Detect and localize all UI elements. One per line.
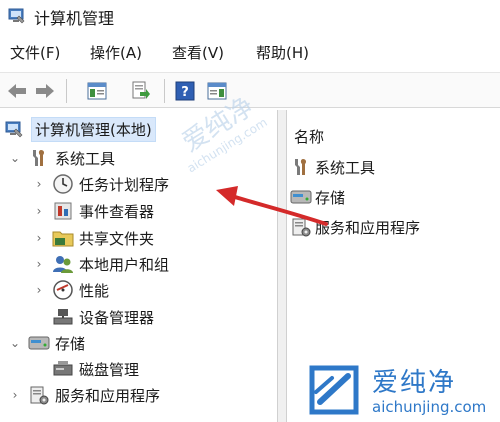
menu-help[interactable]: 帮助(H) — [256, 42, 309, 63]
chevron-down-icon[interactable]: ⌄ — [8, 336, 22, 350]
list-label: 存储 — [315, 188, 346, 207]
export-list-icon — [132, 81, 150, 99]
computer-management-icon — [8, 8, 25, 24]
toolbar: ? — [0, 72, 500, 108]
back-button[interactable] — [4, 79, 30, 103]
menu-bar: 文件(F) 操作(A) 查看(V) 帮助(H) — [0, 38, 500, 66]
forward-arrow-icon — [36, 84, 54, 98]
tree-item-storage[interactable]: ⌄ 存储 — [8, 330, 85, 356]
disk-management-icon — [52, 358, 74, 380]
help-button[interactable]: ? — [172, 79, 198, 103]
tools-icon — [290, 156, 312, 178]
svg-text:?: ? — [181, 85, 189, 100]
tree-label: 系统工具 — [55, 149, 116, 168]
tree-item-services-applications[interactable]: › 服务和应用程序 — [8, 382, 160, 408]
pane-splitter[interactable] — [277, 110, 287, 422]
chevron-right-icon[interactable]: › — [8, 388, 22, 402]
list-item-system-tools[interactable]: 系统工具 — [290, 154, 375, 180]
tree-label: 存储 — [55, 334, 86, 353]
toolbar-separator — [66, 79, 67, 103]
show-hide-console-tree-icon — [87, 82, 107, 100]
tools-icon — [28, 147, 50, 169]
tree-item-task-scheduler[interactable]: › 任务计划程序 — [32, 171, 169, 197]
tree-item-disk-management[interactable]: 磁盘管理 — [32, 356, 139, 382]
tree-label: 本地用户和组 — [79, 255, 170, 274]
list-label: 系统工具 — [315, 158, 376, 177]
chevron-right-icon[interactable]: › — [32, 283, 46, 297]
tree-item-device-manager[interactable]: 设备管理器 — [32, 304, 154, 330]
computer-management-icon — [4, 118, 26, 140]
chevron-right-icon[interactable]: › — [32, 257, 46, 271]
tree-label: 任务计划程序 — [79, 175, 170, 194]
device-manager-icon — [52, 306, 74, 328]
properties-panel-icon — [207, 82, 227, 100]
console-tree: 计算机管理(本地) ⌄ 系统工具 › 任务计划程序 › 事件查看器 › 共享文件… — [0, 110, 276, 422]
tree-item-performance[interactable]: › 性能 — [32, 277, 109, 303]
clock-icon — [52, 173, 74, 195]
users-icon — [52, 253, 74, 275]
tree-label: 服务和应用程序 — [55, 386, 161, 405]
chevron-right-icon[interactable]: › — [32, 177, 46, 191]
no-chevron — [32, 362, 46, 376]
menu-file[interactable]: 文件(F) — [10, 42, 60, 63]
chevron-right-icon[interactable]: › — [32, 231, 46, 245]
back-arrow-icon — [8, 84, 26, 98]
properties-pane-button[interactable] — [204, 79, 230, 103]
tree-label: 共享文件夹 — [79, 229, 155, 248]
performance-icon — [52, 279, 74, 301]
title-bar: 计算机管理 — [0, 0, 500, 32]
tree-item-system-tools[interactable]: ⌄ 系统工具 — [8, 145, 115, 171]
chevron-right-icon[interactable]: › — [32, 204, 46, 218]
chevron-down-icon[interactable]: ⌄ — [8, 151, 22, 165]
tree-item-event-viewer[interactable]: › 事件查看器 — [32, 198, 154, 224]
help-icon: ? — [175, 81, 195, 101]
column-header-name[interactable]: 名称 — [294, 126, 324, 147]
tree-item-local-users-groups[interactable]: › 本地用户和组 — [32, 251, 169, 277]
export-list-button[interactable] — [128, 79, 154, 103]
no-chevron — [32, 310, 46, 324]
services-icon — [290, 216, 312, 238]
tree-label: 设备管理器 — [79, 308, 155, 327]
tree-label: 计算机管理(本地) — [31, 116, 156, 142]
menu-action[interactable]: 操作(A) — [90, 42, 142, 63]
window-title: 计算机管理 — [34, 9, 115, 28]
list-label: 服务和应用程序 — [315, 218, 421, 237]
toolbar-separator — [164, 79, 165, 103]
tree-label: 磁盘管理 — [79, 360, 140, 379]
storage-icon — [290, 186, 312, 208]
list-item-services-applications[interactable]: 服务和应用程序 — [290, 214, 420, 240]
tree-root-computer-management[interactable]: 计算机管理(本地) — [4, 116, 156, 142]
shared-folder-icon — [52, 227, 74, 249]
result-list: 名称 系统工具 存储 服务和应用程序 — [288, 110, 500, 422]
tree-item-shared-folders[interactable]: › 共享文件夹 — [32, 225, 154, 251]
forward-button[interactable] — [32, 79, 58, 103]
tree-label: 事件查看器 — [79, 202, 155, 221]
services-icon — [28, 384, 50, 406]
tree-label: 性能 — [79, 281, 110, 300]
storage-icon — [28, 332, 50, 354]
show-hide-tree-button[interactable] — [84, 79, 110, 103]
event-viewer-icon — [52, 200, 74, 222]
menu-view[interactable]: 查看(V) — [172, 42, 224, 63]
list-item-storage[interactable]: 存储 — [290, 184, 345, 210]
